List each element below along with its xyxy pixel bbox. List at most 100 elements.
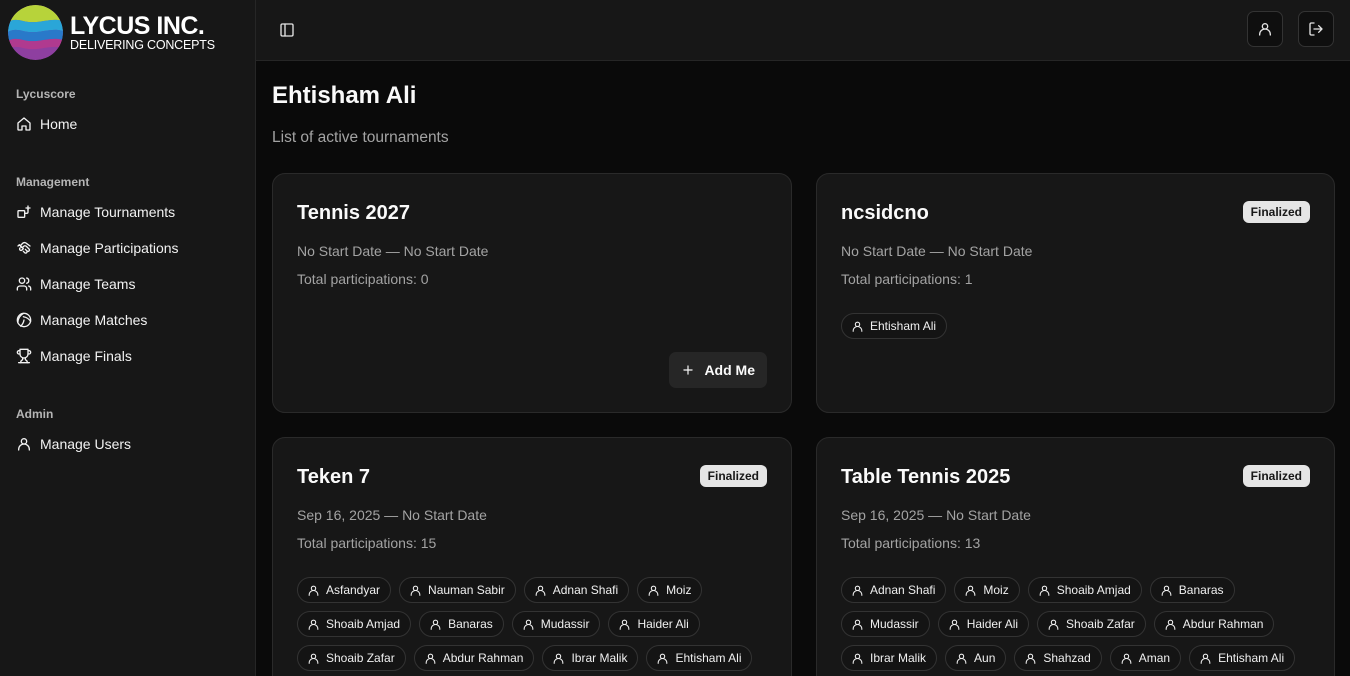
participant-chip: Moiz (637, 577, 703, 603)
participant-name: Moiz (983, 583, 1009, 597)
user-icon (410, 585, 421, 596)
logout-button[interactable] (1298, 11, 1334, 47)
participant-chip: Shoaib Amjad (297, 611, 412, 637)
participant-name: Moiz (666, 583, 692, 597)
sidebar-item-label: Manage Users (40, 436, 132, 452)
tournament-name: ncsidcno (841, 202, 929, 224)
participant-name: Shoaib Zafar (326, 651, 395, 665)
sidebar-item-label: Manage Participations (40, 240, 179, 256)
user-icon (1200, 653, 1211, 664)
user-icon (308, 653, 319, 664)
sidebar-item-manage-users[interactable]: Manage Users (8, 428, 248, 460)
participant-chip: Ibrar Malik (542, 645, 639, 671)
tournament-card: Table Tennis 2025 Finalized Sep 16, 2025… (816, 437, 1335, 676)
user-icon (1039, 585, 1050, 596)
participant-chip: Aman (1109, 645, 1182, 671)
user-icon (430, 619, 441, 630)
brand-logo[interactable]: LYCUS INC. DELIVERING CONCEPTS (8, 5, 215, 60)
participant-chip: Adnan Shafi (523, 577, 630, 603)
user-icon (308, 619, 319, 630)
participant-chip: Ehtisham Ali (841, 313, 948, 339)
total-participations: Total participations: 1 (841, 271, 973, 287)
home-icon (17, 117, 31, 131)
participant-chip: Banaras (1149, 577, 1235, 603)
total-participations: Total participations: 15 (297, 535, 437, 551)
trophy-icon (16, 348, 32, 364)
logout-icon (1309, 22, 1323, 36)
participant-name: Ibrar Malik (870, 651, 927, 665)
participant-chip: Moiz (954, 577, 1020, 603)
tournament-card: ncsidcno Finalized No Start Date — No St… (816, 173, 1335, 413)
sidebar-item-manage-tournaments[interactable]: Manage Tournaments (8, 196, 248, 228)
tournament-dates: No Start Date — No Start Date (297, 243, 489, 259)
profile-button[interactable] (1247, 11, 1283, 47)
sidebar-item-manage-teams[interactable]: Manage Teams (8, 268, 248, 300)
participant-name: Mudassir (870, 617, 919, 631)
volleyball-icon (16, 312, 32, 328)
participant-chip: Shoaib Zafar (297, 645, 406, 671)
top-bar (256, 0, 1350, 61)
participant-chip: Mudassir (511, 611, 601, 637)
participant-chip: Ehtisham Ali (646, 645, 753, 671)
participant-name: Aun (974, 651, 996, 665)
plus-icon (683, 365, 694, 375)
sidebar-item-manage-matches[interactable]: Manage Matches (8, 304, 248, 336)
user-icon (1121, 653, 1132, 664)
participant-name: Nauman Sabir (428, 583, 505, 597)
user-icon (852, 321, 863, 332)
users-icon (16, 277, 32, 291)
brand-tagline: DELIVERING CONCEPTS (70, 37, 215, 52)
participant-name: Ehtisham Ali (1218, 651, 1285, 665)
sidebar-toggle-button[interactable] (273, 16, 301, 44)
participant-chip: Abdur Rahman (413, 645, 535, 671)
participant-chip: Shoaib Zafar (1037, 611, 1146, 637)
total-participations: Total participations: 0 (297, 271, 429, 287)
participant-chip: Haider Ali (608, 611, 700, 637)
participant-chip: Ibrar Malik (841, 645, 938, 671)
sidebar-item-manage-participations[interactable]: Manage Participations (8, 232, 248, 264)
participant-name: Adnan Shafi (870, 583, 936, 597)
participant-name: Aman (1138, 651, 1171, 665)
status-badge: Finalized (699, 465, 767, 487)
user-icon (535, 585, 546, 596)
tournament-dates: Sep 16, 2025 — No Start Date (841, 507, 1031, 523)
page-title: Ehtisham Ali (272, 82, 417, 109)
user-icon (966, 585, 976, 596)
participant-chip: Aun (945, 645, 1007, 671)
sidebar-item-manage-finals[interactable]: Manage Finals (8, 340, 248, 372)
add-me-label: Add Me (704, 362, 755, 378)
sidebar-item-label: Manage Tournaments (40, 204, 176, 220)
panel-left-icon (280, 23, 294, 37)
participant-chip: Asfandyar (297, 577, 392, 603)
participant-name: Shoaib Amjad (1056, 583, 1131, 597)
participant-list: Asfandyar Nauman Sabir Adnan Shafi Moiz … (297, 577, 777, 671)
participant-name: Shahzad (1043, 651, 1091, 665)
participant-chip: Shoaib Amjad (1027, 577, 1142, 603)
tournament-icon (17, 205, 31, 218)
participant-name: Ehtisham Ali (870, 319, 937, 333)
user-icon (648, 585, 659, 596)
sidebar-item-label: Manage Matches (40, 312, 148, 328)
user-icon (949, 619, 960, 630)
group-label-lycuscore: Lycuscore (16, 87, 76, 101)
sidebar-item-label: Manage Teams (40, 276, 136, 292)
participant-chip: Shahzad (1014, 645, 1102, 671)
logo-mark-icon (8, 5, 63, 60)
participant-chip: Ehtisham Ali (1189, 645, 1296, 671)
participant-chip: Nauman Sabir (399, 577, 516, 603)
user-icon (620, 619, 630, 630)
tournament-card: Teken 7 Finalized Sep 16, 2025 — No Star… (272, 437, 792, 676)
sidebar-item-home[interactable]: Home (8, 108, 248, 140)
user-icon (658, 653, 668, 664)
participant-name: Abdur Rahman (442, 651, 524, 665)
sidebar-item-label: Manage Finals (40, 348, 132, 364)
user-icon (1026, 653, 1036, 664)
tournament-name: Tennis 2027 (297, 202, 411, 224)
user-icon (1259, 23, 1271, 36)
handshake-icon (17, 242, 31, 254)
participant-name: Shoaib Zafar (1066, 617, 1135, 631)
participant-list: Adnan Shafi Moiz Shoaib Amjad Banaras Mu… (841, 577, 1321, 671)
add-me-button[interactable]: Add Me (669, 352, 767, 388)
user-icon (852, 585, 863, 596)
participant-name: Haider Ali (966, 617, 1019, 631)
